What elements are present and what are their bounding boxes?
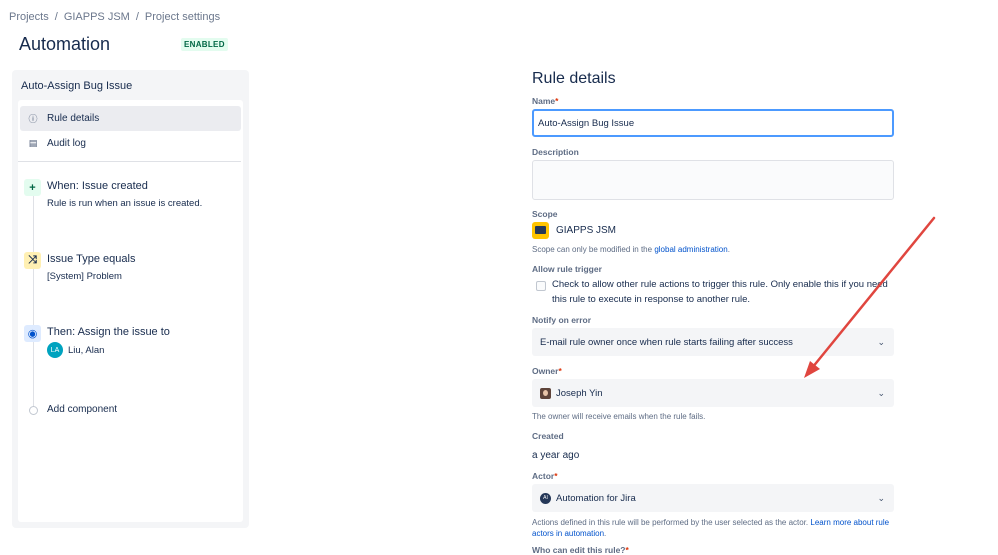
scope-help: Scope can only be modified in the global…	[532, 245, 730, 254]
scope-label: Scope	[532, 209, 558, 219]
breadcrumb-separator: /	[135, 11, 139, 23]
info-icon: ⓘ	[28, 114, 38, 124]
sidebar-item-audit-log[interactable]: ▤ Audit log	[20, 131, 241, 156]
actor-label: Actor*	[532, 471, 558, 481]
flow-connector	[33, 195, 34, 410]
required-marker: *	[554, 471, 558, 481]
sidebar-rule-name: Auto-Assign Bug Issue	[21, 80, 133, 92]
name-label: Name*	[532, 96, 558, 106]
actor-label-text: Actor	[532, 471, 555, 481]
add-component-button[interactable]: Add component	[47, 404, 117, 415]
add-component-dot-icon	[29, 406, 38, 415]
component-title: Then: Assign the issue to	[47, 326, 170, 338]
avatar	[540, 387, 551, 399]
chevron-down-icon: ⌄	[877, 493, 885, 503]
name-field[interactable]: Auto-Assign Bug Issue	[532, 109, 894, 137]
allow-trigger-label: Allow rule trigger	[532, 264, 602, 274]
breadcrumb-giapps-jsm[interactable]: GIAPPS JSM	[64, 11, 130, 23]
owner-label: Owner*	[532, 366, 562, 376]
shuffle-icon: ⤨	[24, 252, 41, 269]
name-field-value: Auto-Assign Bug Issue	[538, 117, 635, 129]
actor-help-text: Actions defined in this rule will be per…	[532, 518, 809, 527]
component-title: Issue Type equals	[47, 253, 136, 265]
created-label: Created	[532, 431, 564, 441]
component-subtitle: Rule is run when an issue is created.	[47, 198, 203, 209]
breadcrumb-separator: /	[54, 11, 58, 23]
scope-help-suffix: .	[727, 245, 730, 254]
user-icon: ◉	[24, 325, 41, 342]
scope-value: GIAPPS JSM	[556, 225, 617, 236]
rule-sidebar-body	[18, 100, 243, 522]
scope-value-row: GIAPPS JSM	[532, 222, 616, 239]
sidebar-item-rule-details[interactable]: ⓘ Rule details	[20, 106, 241, 131]
required-marker: *	[555, 96, 559, 106]
sidebar-divider	[18, 161, 241, 162]
owner-select[interactable]: Joseph Yin ⌄	[532, 379, 894, 407]
owner-label-text: Owner	[532, 366, 559, 376]
actor-select-value: Automation for Jira	[556, 492, 636, 504]
actor-select[interactable]: AI Automation for Jira ⌄	[532, 484, 894, 512]
avatar: LA	[47, 342, 63, 358]
sidebar-item-label: Rule details	[47, 113, 100, 124]
avatar: AI	[540, 492, 551, 504]
who-can-edit-label: Who can edit this rule?*	[532, 545, 629, 555]
rule-details-heading: Rule details	[532, 70, 616, 87]
project-icon	[532, 222, 549, 239]
chevron-down-icon: ⌄	[877, 388, 885, 398]
plus-icon: +	[24, 179, 41, 196]
created-value: a year ago	[532, 450, 580, 461]
breadcrumb-project-settings[interactable]: Project settings	[145, 11, 220, 23]
component-subtitle: [System] Problem	[47, 271, 122, 282]
scope-help-text: Scope can only be modified in the	[532, 245, 653, 254]
required-marker: *	[625, 545, 629, 555]
name-label-text: Name	[532, 96, 556, 106]
sidebar-item-label: Audit log	[47, 138, 86, 149]
allow-trigger-text: Check to allow other rule actions to tri…	[552, 279, 888, 305]
page-title: Automation	[19, 34, 111, 54]
description-field[interactable]	[532, 160, 894, 200]
notify-select[interactable]: E-mail rule owner once when rule starts …	[532, 328, 894, 356]
actor-help: Actions defined in this rule will be per…	[532, 517, 894, 539]
breadcrumb-projects[interactable]: Projects	[9, 11, 49, 23]
who-can-edit-label-text: Who can edit this rule?	[532, 545, 626, 555]
document-icon: ▤	[28, 138, 38, 148]
breadcrumb: Projects / GIAPPS JSM / Project settings	[9, 11, 220, 23]
owner-select-value: Joseph Yin	[556, 387, 603, 399]
notify-select-value: E-mail rule owner once when rule starts …	[540, 336, 793, 348]
notify-label: Notify on error	[532, 315, 592, 325]
component-title: When: Issue created	[47, 180, 148, 192]
required-marker: *	[558, 366, 562, 376]
chevron-down-icon: ⌄	[877, 337, 885, 347]
status-badge: ENABLED	[181, 38, 228, 51]
allow-trigger-checkbox[interactable]	[536, 281, 546, 291]
global-administration-link[interactable]: global administration	[654, 245, 727, 254]
assignee-name: Liu, Alan	[68, 345, 105, 356]
actor-help-suffix: .	[604, 529, 607, 538]
owner-help: The owner will receive emails when the r…	[532, 412, 706, 421]
description-label: Description	[532, 147, 579, 157]
